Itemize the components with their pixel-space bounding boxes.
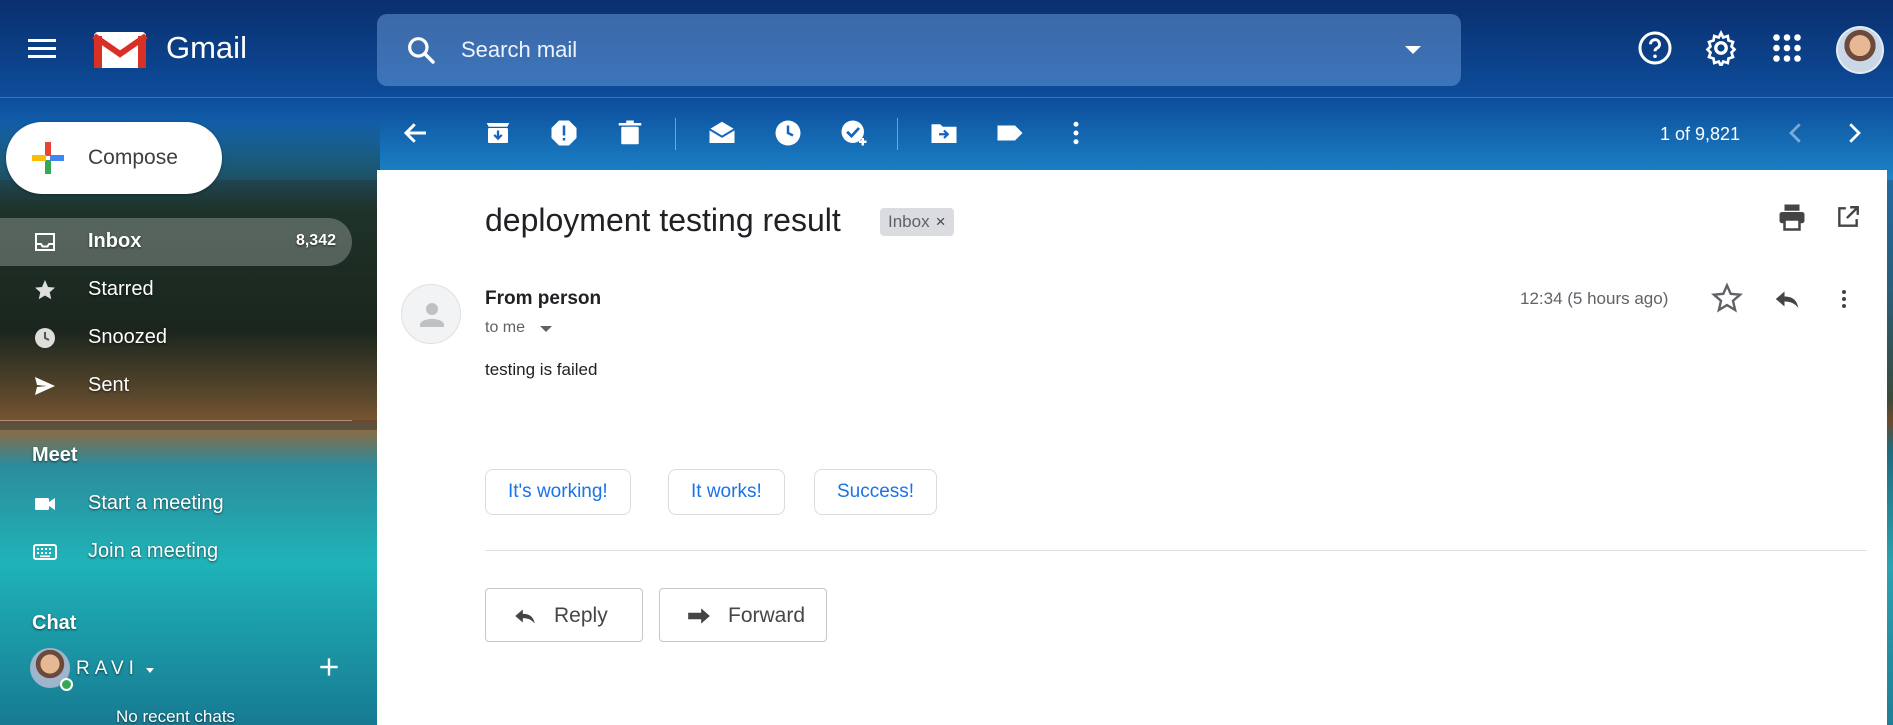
add-to-tasks-icon[interactable] [839, 118, 869, 148]
sidebar-item-label: Inbox [88, 230, 142, 252]
smart-reply-button[interactable]: It works! [668, 469, 785, 515]
older-chevron-right-icon[interactable] [1839, 118, 1869, 148]
help-icon[interactable] [1637, 30, 1673, 66]
newer-chevron-left-icon[interactable] [1781, 118, 1811, 148]
archive-icon[interactable] [483, 118, 513, 148]
new-chat-plus-icon[interactable] [316, 654, 342, 680]
email-timestamp: 12:34 (5 hours ago) [1520, 289, 1669, 308]
content-divider [485, 550, 1867, 551]
more-vertical-icon[interactable] [1832, 284, 1856, 314]
email-subject: deployment testing result [485, 202, 841, 238]
sender-name[interactable]: From person [485, 288, 601, 310]
gmail-brand[interactable]: Gmail [166, 30, 247, 66]
toolbar-separator [897, 118, 898, 150]
forward-arrow-icon [688, 608, 710, 624]
compose-label: Compose [88, 146, 178, 169]
keyboard-icon [33, 544, 57, 560]
pagination-count: 1 of 9,821 [1660, 124, 1741, 144]
inbox-icon [35, 233, 55, 251]
sidebar-divider [0, 420, 352, 421]
reply-label: Reply [554, 604, 608, 627]
sidebar-item-label: Starred [88, 278, 154, 300]
star-icon [35, 280, 55, 300]
message-pane: deployment testing result Inbox × From pe… [377, 170, 1887, 725]
sidebar-item-sent[interactable]: Sent [0, 362, 352, 410]
compose-plus-icon [32, 142, 64, 174]
reply-button[interactable]: Reply [485, 588, 643, 642]
chat-section-title: Chat [32, 612, 77, 634]
inbox-unread-count: 8,342 [295, 232, 336, 249]
toolbar-separator [675, 118, 676, 150]
sidebar-item-label: Start a meeting [88, 492, 224, 514]
mark-unread-icon[interactable] [707, 118, 737, 148]
sidebar-item-snoozed[interactable]: Snoozed [0, 314, 352, 362]
sidebar-item-join-meeting[interactable]: Join a meeting [0, 528, 352, 576]
forward-label: Forward [728, 604, 806, 627]
remove-label-icon[interactable]: × [936, 212, 946, 231]
person-placeholder-icon [420, 303, 444, 327]
search-options-caret-icon[interactable] [1405, 46, 1421, 54]
sender-avatar[interactable] [401, 284, 461, 344]
reply-arrow-icon [515, 609, 535, 624]
report-spam-icon[interactable] [549, 118, 579, 148]
sidebar-item-label: Join a meeting [88, 540, 219, 562]
sidebar-item-start-meeting[interactable]: Start a meeting [0, 480, 352, 528]
snooze-clock-icon[interactable] [773, 118, 803, 148]
label-tag-icon[interactable] [995, 118, 1025, 148]
clock-icon [35, 328, 55, 348]
sidebar-item-label: Sent [88, 374, 130, 396]
apps-grid-icon[interactable] [1769, 30, 1805, 66]
show-details-caret-icon[interactable] [540, 326, 552, 332]
message-toolbar: 1 of 9,821 [377, 98, 1893, 170]
chat-user-name[interactable]: RAVI [76, 658, 139, 680]
video-icon [35, 498, 55, 510]
move-to-icon[interactable] [929, 118, 959, 148]
inbox-label-chip[interactable]: Inbox × [880, 208, 954, 236]
online-status-indicator [60, 678, 73, 691]
sidebar-item-inbox[interactable]: Inbox 8,342 [0, 218, 352, 266]
main-menu-button[interactable] [28, 34, 64, 64]
sidebar-item-starred[interactable]: Starred [0, 266, 352, 314]
label-chip-text: Inbox [888, 212, 930, 231]
search-bar[interactable] [377, 14, 1461, 86]
chat-status-caret-icon[interactable] [146, 668, 154, 673]
smart-reply-button[interactable]: It's working! [485, 469, 631, 515]
settings-gear-icon[interactable] [1703, 30, 1739, 66]
more-options-icon[interactable] [1061, 118, 1091, 148]
delete-trash-icon[interactable] [615, 118, 645, 148]
sidebar-item-label: Snoozed [88, 326, 167, 348]
search-icon[interactable] [405, 34, 437, 66]
meet-section-title: Meet [32, 444, 78, 466]
search-input[interactable] [461, 34, 1361, 66]
email-body: testing is failed [485, 360, 598, 379]
print-icon[interactable] [1777, 202, 1807, 232]
star-icon[interactable] [1711, 282, 1743, 314]
no-recent-chats-text: No recent chats [116, 707, 236, 725]
gmail-logo-icon[interactable] [92, 28, 148, 70]
smart-reply-button[interactable]: Success! [814, 469, 938, 515]
open-in-new-window-icon[interactable] [1835, 204, 1861, 230]
back-arrow-icon[interactable] [401, 118, 431, 148]
compose-button[interactable]: Compose [6, 122, 222, 194]
send-icon [35, 377, 55, 395]
reply-icon[interactable] [1771, 284, 1803, 314]
top-header: Gmail [0, 0, 1893, 98]
account-avatar[interactable] [1836, 26, 1884, 74]
recipient-text: to me [485, 319, 526, 336]
forward-button[interactable]: Forward [659, 588, 827, 642]
